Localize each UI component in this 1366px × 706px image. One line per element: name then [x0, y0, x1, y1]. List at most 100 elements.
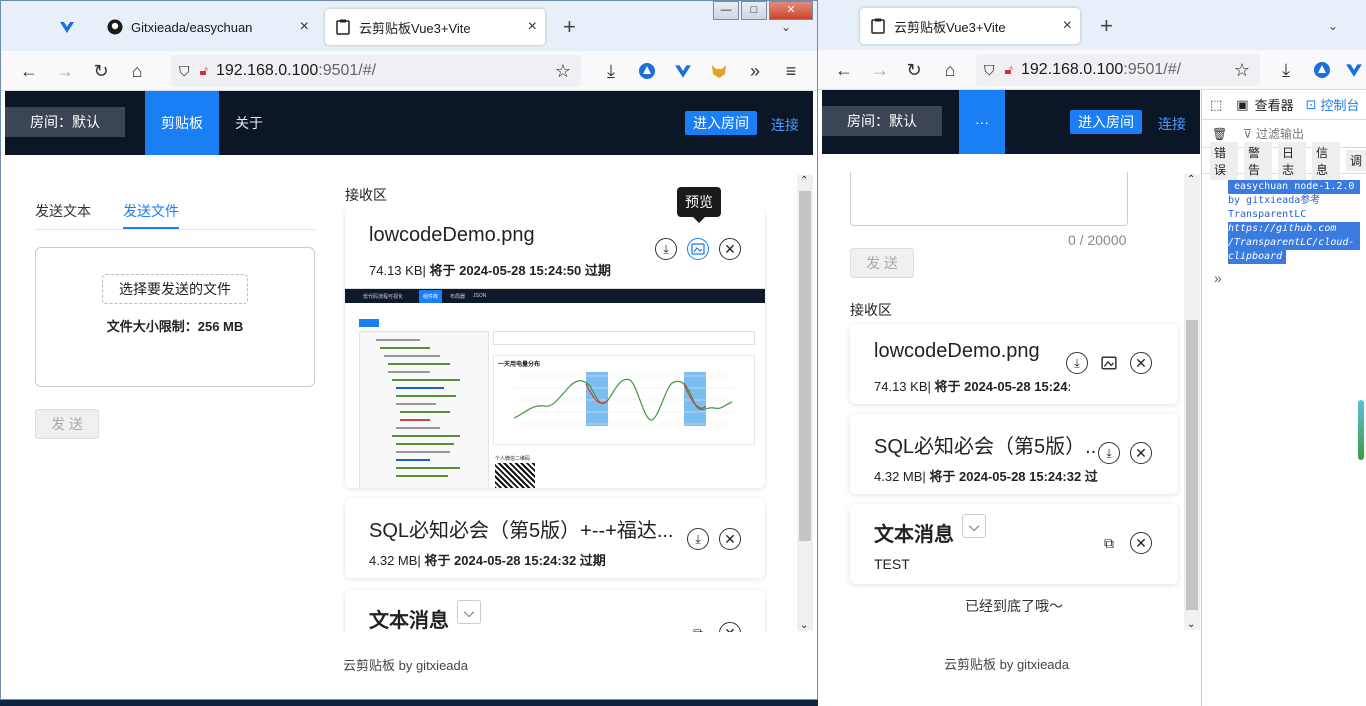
enter-room-button[interactable]: 进入房间	[1070, 110, 1142, 134]
tab-divider	[35, 229, 315, 230]
tab-inspector[interactable]: 查看器	[1255, 95, 1294, 114]
image-preview[interactable]: 低代码流程可视化 组件库 布局器 JSON 一天用电量分布 个人微信二维码	[345, 288, 765, 488]
url-bar[interactable]: ⛉ 🔓︎ 192.168.0.100:9501/#/ ☆	[171, 55, 581, 87]
url-bar[interactable]: ⛉ 🔓︎ 192.168.0.100:9501/#/ ☆	[976, 54, 1260, 86]
enter-room-button[interactable]: 进入房间	[685, 111, 757, 135]
account-icon[interactable]	[1308, 56, 1336, 84]
console-link[interactable]: /TransparentLC/cloud-	[1228, 236, 1360, 250]
back-icon[interactable]: ←	[15, 57, 43, 85]
delete-icon[interactable]: ✕	[1130, 442, 1152, 464]
more-tools-icon[interactable]: »	[741, 57, 769, 85]
level-debug[interactable]: 调	[1346, 150, 1366, 171]
scroll-up-icon[interactable]: ⌃	[1187, 174, 1195, 185]
nav-more[interactable]: ···	[959, 90, 1005, 154]
delete-icon[interactable]: ✕	[719, 238, 741, 260]
copy-icon[interactable]: ⧉	[1098, 532, 1120, 554]
delete-icon[interactable]: ✕	[719, 528, 741, 550]
reload-icon[interactable]: ↻	[900, 56, 928, 84]
trash-icon[interactable]: 🗑︎	[1212, 127, 1227, 141]
preview-icon[interactable]	[687, 238, 709, 260]
scroll-thumb[interactable]	[1186, 320, 1198, 610]
minimize-button[interactable]: —	[713, 1, 739, 20]
receive-scrollbar[interactable]: ⌃ ⌄	[797, 175, 813, 631]
preview-icon[interactable]	[1098, 352, 1120, 374]
connect-link[interactable]: 连接	[771, 115, 799, 135]
scroll-thumb[interactable]	[799, 191, 811, 541]
download-icon[interactable]: ⤓	[1098, 442, 1120, 464]
new-tab-button[interactable]: +	[1090, 8, 1120, 44]
close-tab-icon[interactable]: ×	[1063, 17, 1072, 35]
file-name: SQL必知必会（第5版）+--+福达...	[369, 520, 674, 542]
download-icon[interactable]: ⤓	[655, 238, 677, 260]
expand-icon[interactable]: ⌵	[457, 600, 481, 624]
reload-icon[interactable]: ↻	[87, 57, 115, 85]
tab-clipboard[interactable]: 云剪贴板Vue3+Vite ×	[860, 8, 1080, 44]
level-info[interactable]: 信息	[1312, 141, 1340, 180]
close-window-button[interactable]: ✕	[769, 1, 813, 20]
console-prompt-icon[interactable]: »	[1214, 270, 1222, 286]
tab-console[interactable]: 控制台	[1321, 95, 1360, 114]
file-size: 4.32 MB|	[874, 469, 926, 484]
nav-about[interactable]: 关于	[219, 91, 279, 155]
v-logo-icon	[59, 19, 75, 35]
delete-icon[interactable]: ✕	[1130, 352, 1152, 374]
filter-input[interactable]: 过滤输出	[1256, 125, 1304, 142]
console-link[interactable]: clipboard	[1228, 250, 1287, 264]
file-drop-area[interactable]: 选择要发送的文件 文件大小限制：256 MB	[35, 247, 315, 387]
home-icon[interactable]: ⌂	[936, 56, 964, 84]
account-icon[interactable]	[633, 57, 661, 85]
tab-github[interactable]: Gitxieada/easychuan ×	[97, 9, 317, 45]
delete-icon[interactable]: ✕	[1130, 532, 1152, 554]
bookmark-star-icon[interactable]: ☆	[1234, 60, 1250, 81]
nav-clipboard[interactable]: 剪贴板	[145, 91, 219, 155]
level-log[interactable]: 日志	[1278, 141, 1306, 180]
level-error[interactable]: 错误	[1210, 141, 1238, 180]
room-label[interactable]: 房间：默认	[822, 106, 942, 136]
maximize-button[interactable]: □	[741, 1, 767, 20]
close-tab-icon[interactable]: ×	[528, 18, 537, 36]
tab-clipboard[interactable]: 云剪贴板Vue3+Vite ×	[325, 9, 545, 45]
room-label[interactable]: 房间：默认	[5, 107, 125, 137]
url-host: 192.168.0.100	[1020, 61, 1124, 78]
copy-icon[interactable]: ⧉	[687, 622, 709, 632]
forward-icon[interactable]: →	[866, 56, 894, 84]
console-link[interactable]: https://github.com	[1228, 222, 1360, 236]
bookmark-star-icon[interactable]: ☆	[555, 61, 571, 82]
downloads-icon[interactable]: ⤓	[597, 57, 625, 85]
tab-send-file[interactable]: 发送文件	[123, 201, 179, 221]
back-icon[interactable]: ←	[830, 56, 858, 84]
text-input-area[interactable]	[850, 172, 1128, 226]
delete-icon[interactable]: ✕	[719, 622, 741, 632]
tab-strip: 云剪贴板Vue3+Vite × + ⌄	[818, 0, 1366, 50]
download-icon[interactable]: ⤓	[1066, 352, 1088, 374]
file-expire: 将于 2024-05-28 15:24:32 过期	[424, 553, 606, 568]
fox-extension-icon[interactable]	[705, 57, 733, 85]
text-title: 文本消息	[369, 610, 449, 632]
download-icon[interactable]: ⤓	[687, 528, 709, 550]
tab-send-text[interactable]: 发送文本	[35, 201, 91, 221]
send-button[interactable]: 发 送	[35, 409, 99, 439]
pick-element-icon[interactable]: ⬚	[1210, 97, 1222, 113]
level-warn[interactable]: 警告	[1244, 141, 1272, 180]
file-expire: 将于 2024-05-28 15:24:50 过期	[429, 263, 611, 278]
receive-scrollbar[interactable]: ⌃ ⌄	[1184, 174, 1200, 630]
home-icon[interactable]: ⌂	[123, 57, 151, 85]
menu-icon[interactable]: ≡	[777, 57, 805, 85]
scroll-down-icon[interactable]: ⌄	[1187, 619, 1195, 630]
scroll-up-icon[interactable]: ⌃	[800, 175, 808, 186]
console-output: easychuan node-1.2.0 by gitxieada参考 Tran…	[1228, 180, 1360, 264]
close-tab-icon[interactable]: ×	[300, 18, 309, 36]
devtools-scrollbar[interactable]	[1358, 400, 1364, 460]
choose-file-button[interactable]: 选择要发送的文件	[102, 274, 248, 304]
connect-link[interactable]: 连接	[1158, 114, 1186, 134]
tab-pinned[interactable]	[49, 9, 89, 45]
send-button[interactable]: 发 送	[850, 248, 914, 278]
expand-icon[interactable]: ⌵	[962, 514, 986, 538]
downloads-icon[interactable]: ⤓	[1272, 56, 1300, 84]
scroll-down-icon[interactable]: ⌄	[800, 620, 808, 631]
tab-list-icon[interactable]: ⌄	[1318, 8, 1348, 44]
v-extension-icon[interactable]	[1340, 56, 1366, 84]
v-extension-icon[interactable]	[669, 57, 697, 85]
new-tab-button[interactable]: +	[553, 9, 583, 45]
forward-icon[interactable]: →	[51, 57, 79, 85]
